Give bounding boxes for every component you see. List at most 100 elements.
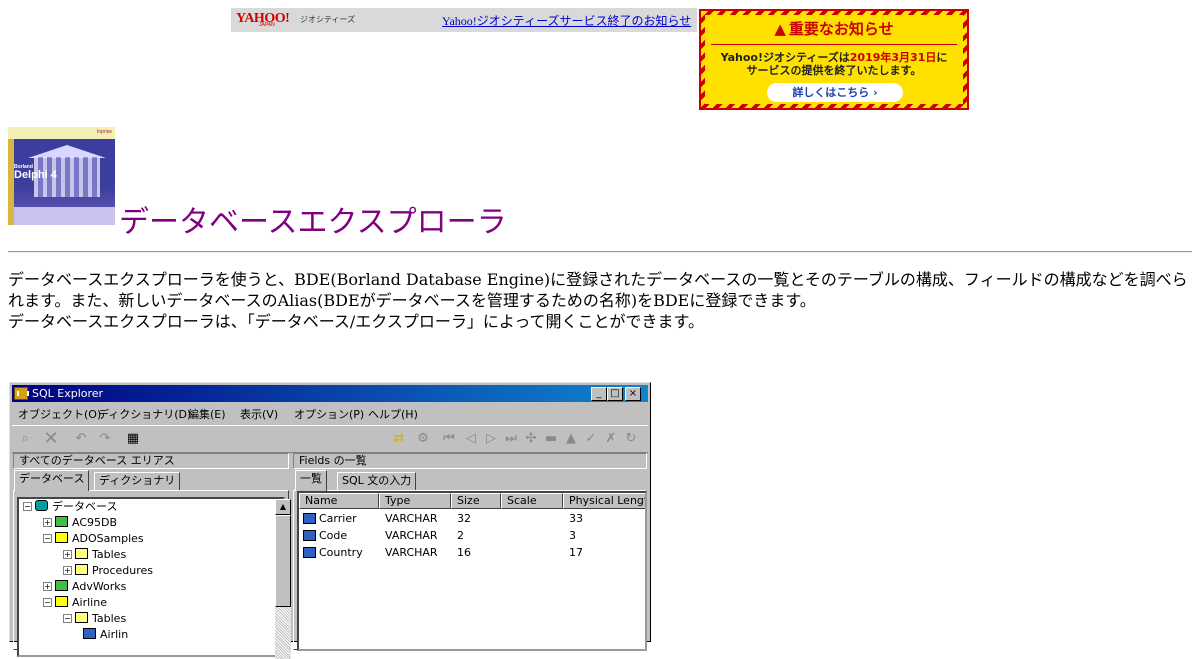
tab-dictionary[interactable]: ディクショナリ: [94, 472, 181, 490]
next-record-icon[interactable]: ▷: [482, 430, 500, 448]
menu-options[interactable]: オプション(P): [294, 406, 364, 422]
details-button[interactable]: 詳しくはこちら ›: [767, 83, 903, 102]
field-icon: [303, 513, 316, 524]
folder-icon: [75, 564, 88, 575]
notice-message: Yahoo!ジオシティーズは2019年3月31日に サービスの提供を終了いたしま…: [705, 51, 963, 77]
menu-dictionary[interactable]: ディクショナリ(D): [98, 406, 191, 422]
refresh-data-icon[interactable]: ↻: [622, 430, 640, 448]
expand-icon[interactable]: +: [43, 518, 52, 527]
window-title: SQL Explorer: [32, 387, 104, 400]
table-cell: VARCHAR: [385, 546, 438, 559]
expand-icon[interactable]: +: [43, 582, 52, 591]
delete-icon[interactable]: ✕: [42, 430, 60, 448]
menu-help[interactable]: ヘルプ(H): [368, 406, 418, 422]
description-paragraph-2: データベースエクスプローラは、「データベース/エクスプローラ」によって開くことが…: [8, 312, 704, 331]
menu-edit[interactable]: 編集(E): [188, 406, 226, 422]
minimize-button[interactable]: _: [591, 387, 607, 401]
field-icon: [303, 530, 316, 541]
collapse-icon[interactable]: −: [43, 598, 52, 607]
redo-icon[interactable]: ↷: [96, 430, 114, 448]
tree-node[interactable]: − ADOSamples: [43, 531, 144, 547]
delphi4-box-image: Inprise Borland Delphi 4: [8, 127, 115, 225]
scroll-thumb[interactable]: [275, 515, 291, 607]
grid-header: Name Type Size Scale Physical Length: [299, 493, 645, 509]
collapse-icon[interactable]: −: [63, 614, 72, 623]
tree-node-label: AC95DB: [72, 516, 118, 529]
column-header[interactable]: Size: [451, 493, 501, 509]
open-icon: [55, 596, 68, 607]
table-cell: 16: [457, 546, 471, 559]
notice-divider: [711, 44, 957, 45]
table-row[interactable]: Country VARCHAR 16 17: [299, 544, 645, 561]
tree-node[interactable]: + AC95DB: [43, 515, 117, 531]
close-button[interactable]: ×: [625, 387, 641, 401]
service-end-link[interactable]: Yahoo!ジオシティーズサービス終了のお知らせ: [442, 12, 691, 29]
yahoo-banner: YAHOO! JAPAN ジオシティーズ Yahoo!ジオシティーズサービス終了…: [231, 8, 697, 32]
tree-node[interactable]: + AdvWorks: [43, 579, 126, 595]
notice-body: ▲ 重要なお知らせ Yahoo!ジオシティーズは2019年3月31日に サービスの…: [705, 15, 963, 104]
notice-date: 2019年3月31日: [849, 51, 937, 64]
menu-view[interactable]: 表示(V): [240, 406, 278, 422]
delete-record-icon[interactable]: ▬: [542, 430, 560, 448]
prior-record-icon[interactable]: ◁: [462, 430, 480, 448]
expand-icon[interactable]: +: [63, 550, 72, 559]
column-header[interactable]: Name: [299, 493, 379, 509]
table-cell: 33: [569, 512, 583, 525]
undo-icon[interactable]: ↶: [72, 430, 90, 448]
query-icon[interactable]: ▦: [124, 430, 142, 448]
notice-line2: サービスの提供を終了いたします。: [746, 64, 922, 77]
yahoo-logo-sub: JAPAN: [259, 22, 275, 28]
tree-node[interactable]: − データベース: [23, 499, 117, 515]
column-header[interactable]: Physical Length: [563, 493, 645, 509]
cancel-icon[interactable]: ✗: [602, 430, 620, 448]
tree-node[interactable]: + Tables: [63, 547, 126, 563]
table-cell: 3: [569, 529, 576, 542]
collapse-icon[interactable]: −: [23, 502, 32, 511]
description-paragraph-1: データベースエクスプローラを使うと、BDE(Borland Database E…: [8, 270, 1188, 310]
tree-node[interactable]: − Tables: [63, 611, 126, 627]
tab-database[interactable]: データベース: [14, 470, 90, 491]
tab-sql-input[interactable]: SQL 文の入力: [337, 472, 417, 490]
maximize-button[interactable]: □: [607, 387, 623, 401]
first-record-icon[interactable]: ⏮: [440, 430, 458, 448]
tree-scrollbar[interactable]: ▲: [275, 499, 291, 659]
right-panel-label: Fields の一覧: [293, 453, 647, 469]
post-icon[interactable]: ✓: [582, 430, 600, 448]
toolbar: ⌕ ✕ ↶ ↷ ▦ ⇄ ⚙ ⏮ ◁ ▷ ⏭ ✣ ▬ ▲ ✓ ✗ ↻: [12, 425, 648, 453]
column-header[interactable]: Type: [379, 493, 451, 509]
insert-record-icon[interactable]: ✣: [522, 430, 540, 448]
edit-record-icon[interactable]: ▲: [562, 430, 580, 448]
table-cell: 32: [457, 512, 471, 525]
tree-node-label: Airline: [72, 596, 107, 609]
scroll-up-arrow[interactable]: ▲: [275, 499, 291, 515]
refresh-icon[interactable]: ⇄: [390, 430, 408, 448]
db-icon: [35, 500, 48, 511]
alias-icon: [55, 580, 68, 591]
tab-list[interactable]: 一覧: [295, 470, 327, 491]
tree-node[interactable]: Airlin: [83, 627, 128, 643]
tree-node[interactable]: + Procedures: [63, 563, 153, 579]
open-icon[interactable]: ⌕: [16, 430, 34, 448]
table-cell: VARCHAR: [385, 529, 438, 542]
column-header[interactable]: Scale: [501, 493, 563, 509]
expand-icon[interactable]: +: [63, 566, 72, 575]
tree-node-label: AdvWorks: [72, 580, 127, 593]
table-cell: Country: [319, 546, 363, 559]
tree-node[interactable]: − Airline: [43, 595, 107, 611]
tree-node-label: データベース: [52, 500, 118, 513]
database-tree[interactable]: − データベース + AC95DB − ADOSamples + Tables + Procedu…: [17, 497, 285, 657]
table-row[interactable]: Code VARCHAR 2 3: [299, 527, 645, 544]
window-titlebar[interactable]: SQL Explorer _ □ ×: [12, 385, 648, 402]
alias-icon: [55, 516, 68, 527]
table-cell: 2: [457, 529, 464, 542]
tree-node-label: Tables: [92, 612, 127, 625]
tree-node-label: Tables: [92, 548, 127, 561]
notice-line1-b: に: [936, 51, 948, 64]
table-row[interactable]: Carrier VARCHAR 32 33: [299, 510, 645, 527]
collapse-icon[interactable]: −: [43, 534, 52, 543]
last-record-icon[interactable]: ⏭: [502, 430, 520, 448]
menu-bar: オブジェクト(O) ディクショナリ(D) 編集(E) 表示(V) オプション(P…: [12, 403, 648, 422]
menu-object[interactable]: オブジェクト(O): [18, 406, 101, 422]
important-notice-banner[interactable]: ▲ 重要なお知らせ Yahoo!ジオシティーズは2019年3月31日に サービスの…: [699, 9, 969, 110]
settings-icon[interactable]: ⚙: [414, 430, 432, 448]
